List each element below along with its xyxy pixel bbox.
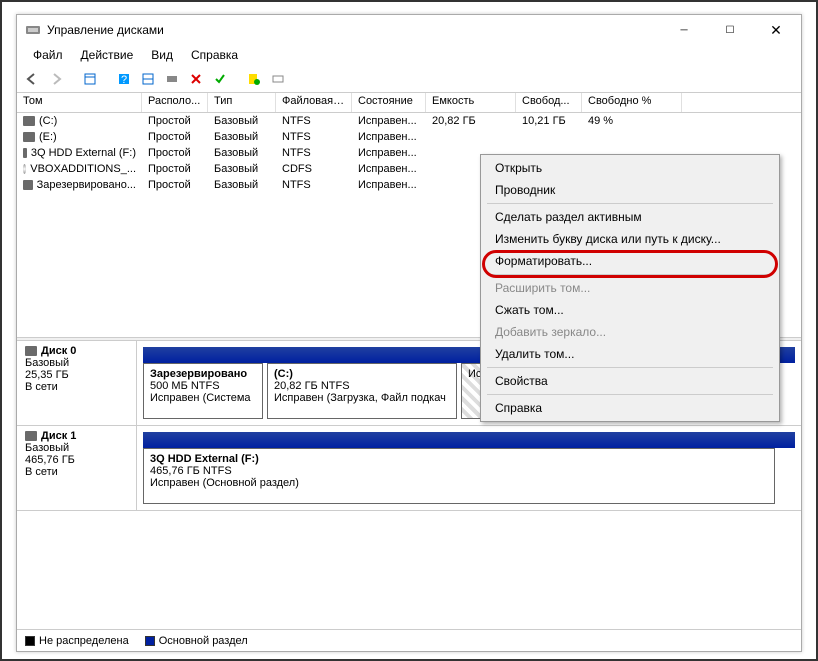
toolbar-action2-icon[interactable] bbox=[267, 68, 289, 90]
close-button[interactable]: ✕ bbox=[753, 16, 799, 44]
hdd-icon bbox=[23, 116, 35, 126]
menu-file[interactable]: Файл bbox=[25, 46, 71, 64]
menubar: Файл Действие Вид Справка bbox=[17, 45, 801, 65]
toolbar-action1-icon[interactable] bbox=[243, 68, 265, 90]
volume-list-header: Том Располо... Тип Файловая с... Состоян… bbox=[17, 93, 801, 113]
context-menu-item: Расширить том... bbox=[483, 277, 777, 299]
window-title: Управление дисками bbox=[47, 23, 661, 37]
hdd-icon bbox=[23, 148, 27, 158]
hdd-icon bbox=[25, 431, 37, 441]
maximize-button[interactable]: ☐ bbox=[707, 16, 753, 44]
context-menu[interactable]: ОткрытьПроводник Сделать раздел активнымИ… bbox=[480, 154, 780, 422]
col-type[interactable]: Тип bbox=[208, 93, 276, 112]
context-menu-item[interactable]: Открыть bbox=[483, 157, 777, 179]
disk-row[interactable]: Диск 1Базовый465,76 ГБВ сети3Q HDD Exter… bbox=[17, 426, 801, 511]
disk-info: Диск 1Базовый465,76 ГБВ сети bbox=[17, 426, 137, 510]
disk-info: Диск 0Базовый25,35 ГБВ сети bbox=[17, 341, 137, 425]
toolbar-view-icon[interactable] bbox=[79, 68, 101, 90]
toolbar: ? bbox=[17, 65, 801, 93]
context-menu-item[interactable]: Сжать том... bbox=[483, 299, 777, 321]
cd-icon bbox=[23, 164, 26, 174]
context-menu-item[interactable]: Справка bbox=[483, 397, 777, 419]
legend-primary: Основной раздел bbox=[145, 635, 248, 647]
check-icon[interactable] bbox=[209, 68, 231, 90]
hdd-icon bbox=[25, 346, 37, 356]
volume-row[interactable]: (E:)ПростойБазовыйNTFSИсправен... bbox=[17, 129, 801, 145]
menu-help[interactable]: Справка bbox=[183, 46, 246, 64]
titlebar[interactable]: Управление дисками ─ ☐ ✕ bbox=[17, 15, 801, 45]
col-free[interactable]: Свобод... bbox=[516, 93, 582, 112]
menu-separator bbox=[487, 274, 773, 275]
volume-row[interactable]: (C:)ПростойБазовыйNTFSИсправен...20,82 Г… bbox=[17, 113, 801, 129]
app-icon bbox=[25, 22, 41, 38]
partition[interactable]: 3Q HDD External (F:)465,76 ГБ NTFSИсправ… bbox=[143, 448, 775, 504]
menu-action[interactable]: Действие bbox=[73, 46, 142, 64]
col-pct[interactable]: Свободно % bbox=[582, 93, 682, 112]
svg-text:?: ? bbox=[121, 74, 127, 86]
back-button[interactable] bbox=[21, 68, 43, 90]
partition[interactable]: (C:)20,82 ГБ NTFSИсправен (Загрузка, Фай… bbox=[267, 363, 457, 419]
col-status[interactable]: Состояние bbox=[352, 93, 426, 112]
context-menu-item[interactable]: Сделать раздел активным bbox=[483, 206, 777, 228]
hdd-icon bbox=[23, 180, 33, 190]
forward-button[interactable] bbox=[45, 68, 67, 90]
context-menu-item[interactable]: Форматировать... bbox=[483, 250, 777, 272]
minimize-button[interactable]: ─ bbox=[661, 16, 707, 44]
context-menu-item[interactable]: Свойства bbox=[483, 370, 777, 392]
col-fs[interactable]: Файловая с... bbox=[276, 93, 352, 112]
menu-separator bbox=[487, 367, 773, 368]
menu-separator bbox=[487, 203, 773, 204]
partition[interactable]: Зарезервировано500 МБ NTFSИсправен (Сист… bbox=[143, 363, 263, 419]
context-menu-item: Добавить зеркало... bbox=[483, 321, 777, 343]
col-volume[interactable]: Том bbox=[17, 93, 142, 112]
toolbar-list-icon[interactable] bbox=[137, 68, 159, 90]
legend-unallocated: Не распределена bbox=[25, 635, 129, 647]
context-menu-item[interactable]: Проводник bbox=[483, 179, 777, 201]
toolbar-settings-icon[interactable] bbox=[161, 68, 183, 90]
help-icon[interactable]: ? bbox=[113, 68, 135, 90]
context-menu-item[interactable]: Изменить букву диска или путь к диску... bbox=[483, 228, 777, 250]
legend: Не распределена Основной раздел bbox=[17, 629, 801, 651]
context-menu-item[interactable]: Удалить том... bbox=[483, 343, 777, 365]
disk-partitions: 3Q HDD External (F:)465,76 ГБ NTFSИсправ… bbox=[137, 426, 801, 510]
hdd-icon bbox=[23, 132, 35, 142]
col-capacity[interactable]: Емкость bbox=[426, 93, 516, 112]
col-layout[interactable]: Располо... bbox=[142, 93, 208, 112]
menu-separator bbox=[487, 394, 773, 395]
delete-icon[interactable] bbox=[185, 68, 207, 90]
menu-view[interactable]: Вид bbox=[143, 46, 181, 64]
